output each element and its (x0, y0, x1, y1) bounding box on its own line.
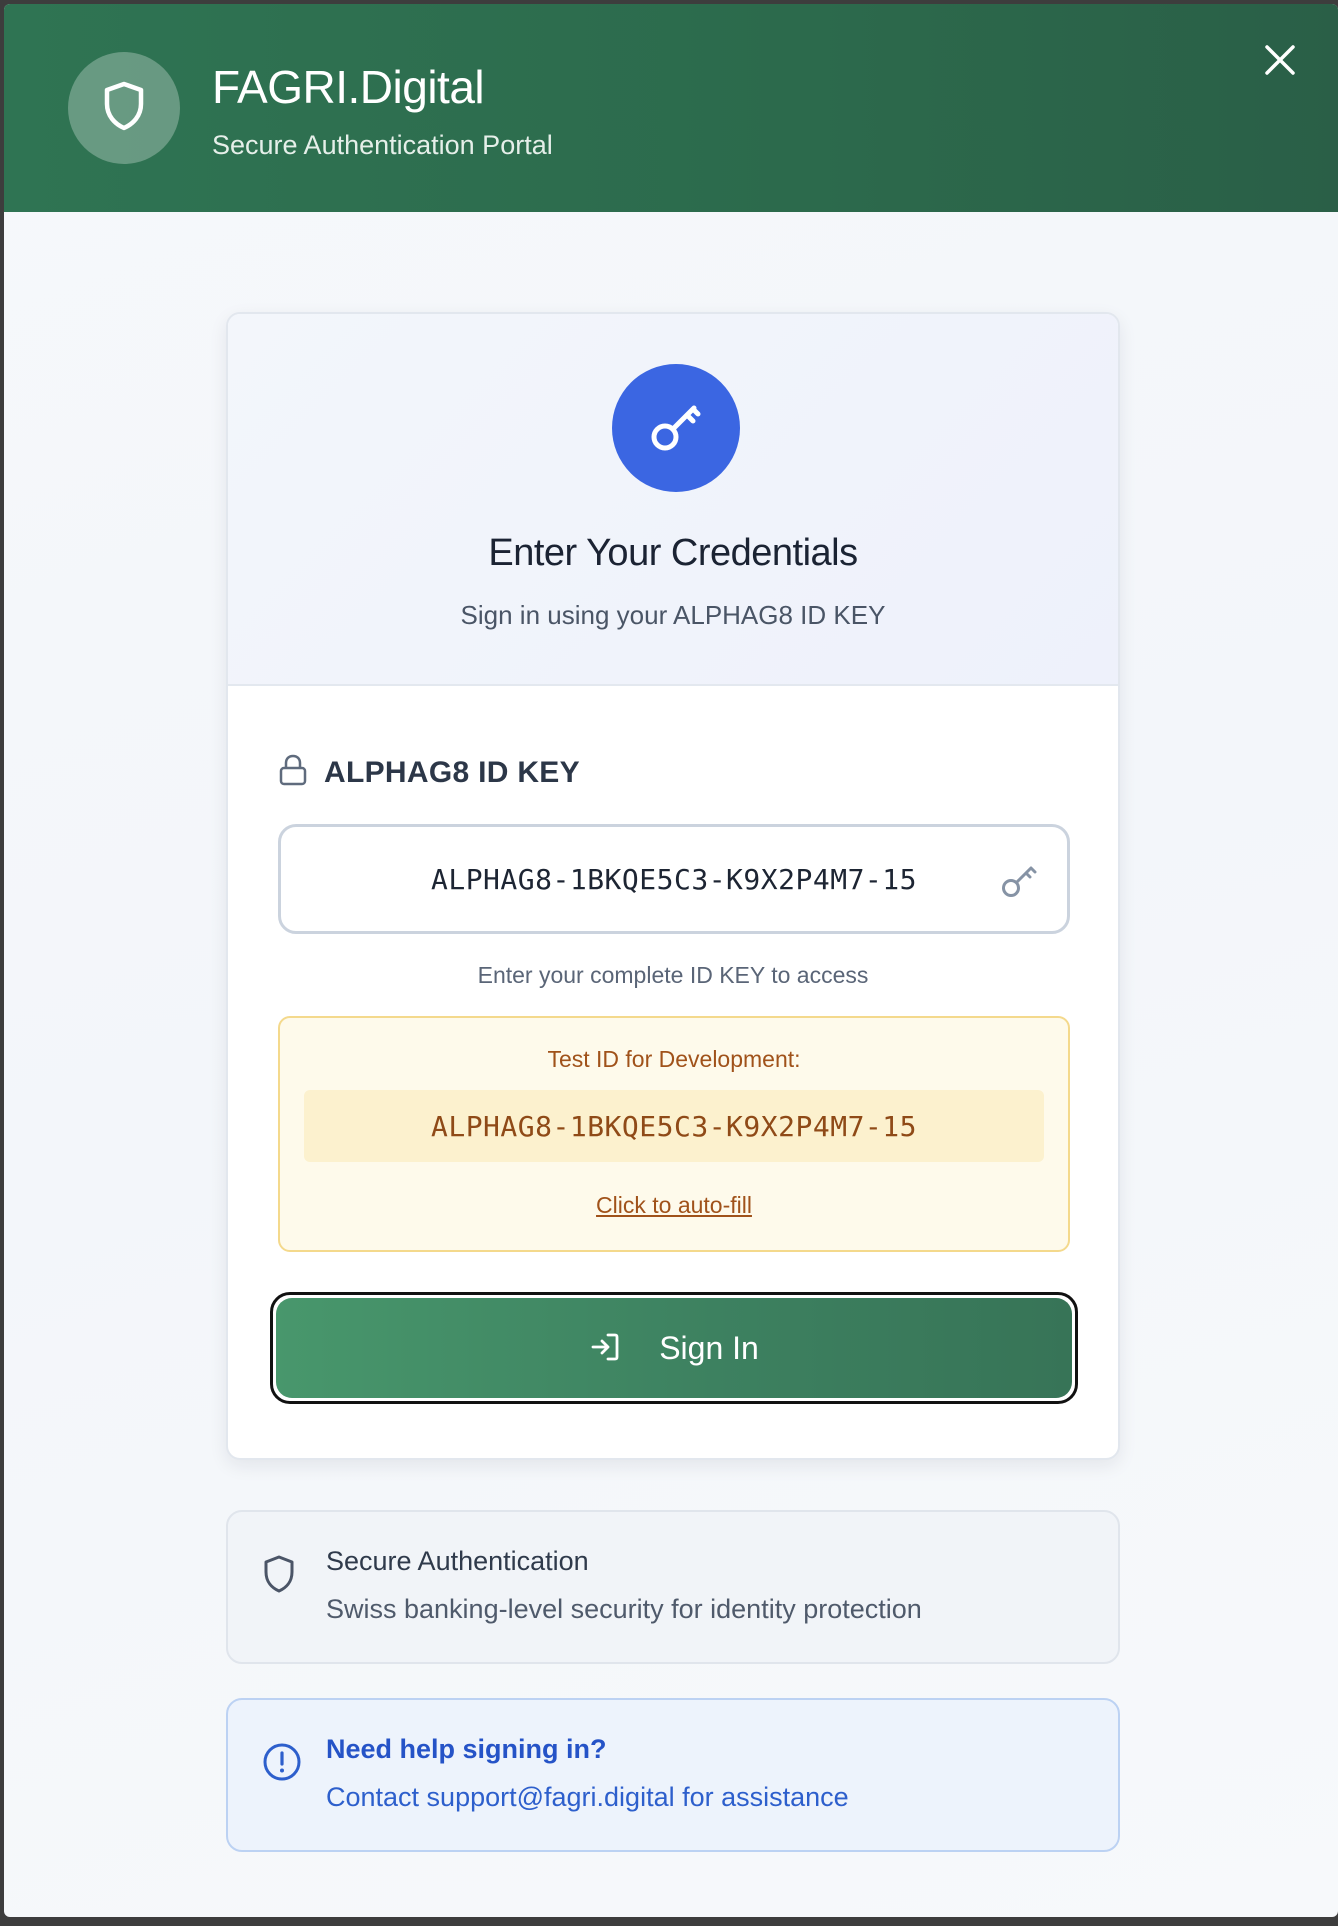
auth-modal: FAGRI.Digital Secure Authentication Port… (4, 4, 1338, 1917)
key-icon (646, 396, 706, 461)
lock-icon (278, 754, 308, 791)
id-key-field[interactable] (278, 824, 1070, 934)
header-badge (68, 52, 180, 164)
sign-in-label: Sign In (659, 1329, 759, 1366)
close-button[interactable] (1258, 40, 1302, 84)
id-key-label: ALPHAG8 ID KEY (324, 755, 580, 789)
app-title: FAGRI.Digital (212, 61, 485, 113)
test-id-label: Test ID for Development: (547, 1046, 801, 1072)
autofill-link[interactable]: Click to auto-fill (280, 1192, 1068, 1219)
credentials-card: Enter Your Credentials Sign in using you… (226, 312, 1120, 1460)
modal-header: FAGRI.Digital Secure Authentication Port… (4, 4, 1338, 212)
info-icon (262, 1742, 302, 1787)
test-id-box: Test ID for Development: ALPHAG8-1BKQE5C… (278, 1016, 1070, 1252)
key-badge (612, 364, 740, 492)
card-header: Enter Your Credentials Sign in using you… (228, 314, 1118, 686)
help-title: Need help signing in? (326, 1734, 607, 1764)
sign-in-button[interactable]: Sign In (276, 1298, 1072, 1398)
secure-auth-text: Swiss banking-level security for identit… (326, 1594, 922, 1624)
id-key-label-row: ALPHAG8 ID KEY (278, 754, 580, 791)
secure-auth-notice: Secure Authentication Swiss banking-leve… (226, 1510, 1120, 1664)
card-title: Enter Your Credentials (488, 532, 858, 574)
shield-icon (101, 80, 147, 137)
key-icon (999, 861, 1039, 906)
app-subtitle: Secure Authentication Portal (212, 130, 553, 160)
shield-icon (262, 1554, 296, 1599)
help-text[interactable]: Contact support@fagri.digital for assist… (326, 1782, 849, 1813)
id-key-input[interactable] (281, 827, 1067, 931)
secure-auth-title: Secure Authentication (326, 1546, 589, 1576)
close-icon (1264, 44, 1296, 81)
test-id-code: ALPHAG8-1BKQE5C3-K9X2P4M7-15 (304, 1090, 1044, 1162)
help-notice: Need help signing in? Contact support@fa… (226, 1698, 1120, 1852)
card-subtitle: Sign in using your ALPHAG8 ID KEY (460, 600, 886, 630)
helper-text: Enter your complete ID KEY to access (477, 962, 869, 988)
sign-in-icon (589, 1331, 621, 1366)
